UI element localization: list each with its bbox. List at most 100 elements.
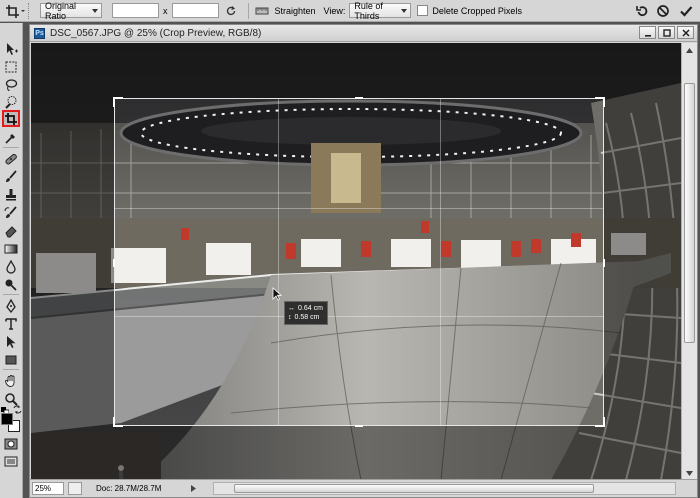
minimize-icon <box>644 34 651 37</box>
scroll-up-button[interactable] <box>682 43 696 57</box>
image-canvas[interactable]: ↔ 0.64 cm ↕ 0.58 cm <box>31 43 681 480</box>
delete-cropped-pixels-checkbox[interactable] <box>417 5 429 16</box>
crop-handle-bottom-left[interactable] <box>113 417 115 427</box>
gradient-tool[interactable] <box>2 240 20 257</box>
straighten-button[interactable] <box>253 2 271 20</box>
crop-ratio-select[interactable]: Original Ratio <box>40 1 102 21</box>
dodge-icon <box>5 279 17 291</box>
commit-crop-button[interactable] <box>677 2 695 20</box>
crop-handle-right[interactable] <box>603 259 605 267</box>
scroll-down-button[interactable] <box>682 466 696 480</box>
crop-handle-top-left[interactable] <box>113 97 115 107</box>
crop-handle-bottom-right[interactable] <box>603 417 605 427</box>
water-drop-icon <box>6 259 16 274</box>
clone-stamp-tool[interactable] <box>2 186 20 203</box>
swap-dimensions-button[interactable] <box>222 2 240 20</box>
document-window: Ps DSC_0567.JPG @ 25% (Crop Preview, RGB… <box>29 24 698 498</box>
tool-separator <box>3 294 19 295</box>
crop-handle-bottom[interactable] <box>355 425 363 427</box>
horizontal-scroll-thumb[interactable] <box>234 484 594 493</box>
swap-colors-button[interactable] <box>13 405 22 414</box>
crop-box[interactable] <box>113 97 605 427</box>
overlay-view-select[interactable]: Rule of Thirds <box>349 0 412 21</box>
crop-shield-bottom <box>31 426 681 480</box>
tools-panel <box>0 23 23 498</box>
crop-tool-preset-picker[interactable] <box>2 2 28 20</box>
swap-arrow-icon <box>13 405 22 414</box>
screen-mode-button[interactable] <box>2 453 20 470</box>
history-brush-tool[interactable] <box>2 204 20 221</box>
thirds-grid-line <box>277 99 279 425</box>
hand-tool[interactable] <box>2 372 20 389</box>
chevron-down-icon <box>92 9 98 13</box>
close-button[interactable] <box>677 26 694 39</box>
reset-icon <box>636 6 648 17</box>
healing-brush-tool[interactable] <box>2 150 20 167</box>
path-selection-tool[interactable] <box>2 333 20 350</box>
rotate-arrow-icon <box>226 5 235 15</box>
crop-tool[interactable] <box>2 110 20 127</box>
eyedropper-tool[interactable] <box>2 129 20 146</box>
thirds-grid-line <box>115 207 603 209</box>
quick-selection-tool[interactable] <box>2 93 20 110</box>
vertical-scrollbar[interactable] <box>681 43 697 480</box>
maximize-icon <box>662 28 671 37</box>
width-arrow-icon: ↔ <box>288 305 295 312</box>
crop-shield-left <box>31 98 114 426</box>
delete-cropped-pixels-label[interactable]: Delete Cropped Pixels <box>432 6 522 16</box>
tooltip-height-row: ↕ 0.58 cm <box>288 313 324 322</box>
crop-width-input[interactable] <box>112 3 159 18</box>
eyedropper-icon <box>5 133 15 144</box>
crop-handle-left[interactable] <box>113 259 115 267</box>
dodge-tool[interactable] <box>2 276 20 293</box>
brush-icon <box>6 169 17 182</box>
crop-handle-top[interactable] <box>355 97 363 99</box>
minimize-button[interactable] <box>639 26 656 39</box>
checkmark-icon <box>680 6 693 17</box>
overlay-view-value: Rule of Thirds <box>354 0 383 21</box>
tool-separator <box>3 369 19 370</box>
brush-tool[interactable] <box>2 168 20 185</box>
zoom-level-field[interactable]: 25% <box>32 482 64 495</box>
crop-shield-right <box>604 98 681 426</box>
foreground-color-swatch[interactable] <box>1 413 13 425</box>
lasso-icon <box>5 78 18 91</box>
status-menu-button[interactable] <box>188 482 198 495</box>
document-title-bar[interactable]: Ps DSC_0567.JPG @ 25% (Crop Preview, RGB… <box>30 25 697 42</box>
options-bar: Original Ratio x Straighten View: Rule o… <box>0 0 700 22</box>
arrow-pointer-icon <box>7 335 16 348</box>
lasso-tool[interactable] <box>2 76 20 93</box>
pen-icon <box>6 298 16 313</box>
eraser-tool[interactable] <box>2 222 20 239</box>
status-info-icon[interactable] <box>68 482 82 495</box>
type-tool[interactable] <box>2 315 20 332</box>
crop-size-tooltip: ↔ 0.64 cm ↕ 0.58 cm <box>284 301 328 325</box>
maximize-button[interactable] <box>658 26 675 39</box>
move-tool[interactable] <box>2 40 20 57</box>
cancel-crop-button[interactable] <box>654 2 672 20</box>
crop-handle-top-right[interactable] <box>603 97 605 107</box>
horizontal-scrollbar[interactable] <box>213 482 676 495</box>
rectangular-marquee-icon <box>5 61 17 72</box>
pen-tool[interactable] <box>2 297 20 314</box>
photoshop-document-icon: Ps <box>34 27 45 39</box>
marquee-tool[interactable] <box>2 58 20 75</box>
vertical-scroll-thumb[interactable] <box>684 83 695 343</box>
magnifier-icon <box>5 392 18 406</box>
rectangle-shape-icon <box>5 355 17 364</box>
bandage-icon <box>5 153 17 164</box>
history-brush-icon <box>4 205 17 218</box>
cancel-icon <box>657 5 669 17</box>
reset-crop-button[interactable] <box>633 2 651 20</box>
window-controls <box>639 26 694 39</box>
arrow-down-icon <box>685 470 693 476</box>
quick-mask-button[interactable] <box>2 435 20 452</box>
mouse-cursor-icon <box>272 287 282 301</box>
straighten-label[interactable]: Straighten <box>275 6 316 16</box>
dimension-separator: x <box>163 5 168 16</box>
crop-height-input[interactable] <box>171 3 219 18</box>
blur-tool[interactable] <box>2 258 20 275</box>
shape-tool[interactable] <box>2 351 20 368</box>
screen-mode-icon <box>4 456 18 466</box>
move-icon <box>7 42 18 55</box>
